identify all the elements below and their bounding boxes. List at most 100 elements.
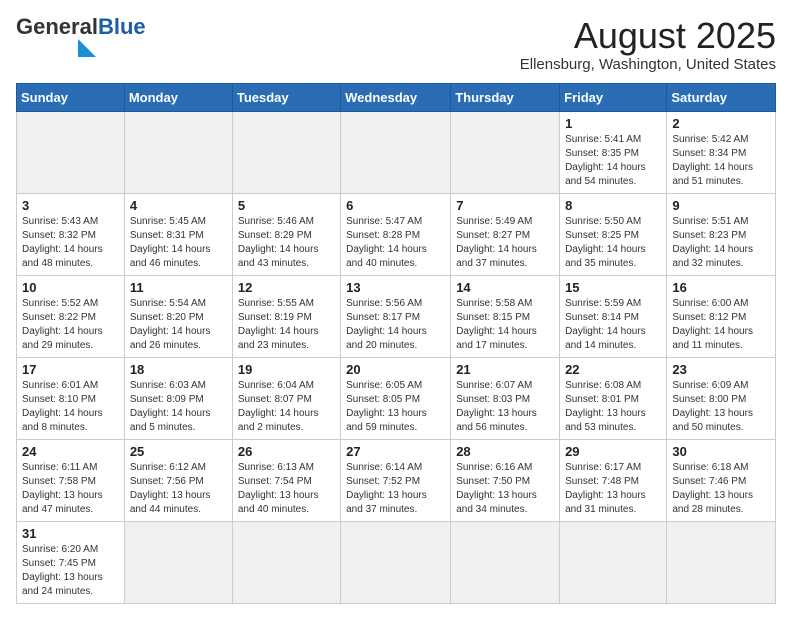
day-info: Sunrise: 6:04 AM Sunset: 8:07 PM Dayligh… <box>238 379 335 435</box>
calendar-cell: 26 Sunrise: 6:13 AM Sunset: 7:54 PM Dayli… <box>232 439 340 521</box>
day-info: Sunrise: 6:07 AM Sunset: 8:03 PM Dayligh… <box>456 379 554 435</box>
day-info: Sunrise: 5:49 AM Sunset: 8:27 PM Dayligh… <box>456 215 554 271</box>
calendar-cell: 3 Sunrise: 5:43 AM Sunset: 8:32 PM Daylig… <box>17 193 125 275</box>
calendar-cell: 16Sunrise: 6:00 AM Sunset: 8:12 PM Dayli… <box>667 275 776 357</box>
weekday-header-saturday: Saturday <box>667 83 776 111</box>
day-number: 2 <box>672 116 770 131</box>
day-info: Sunrise: 6:08 AM Sunset: 8:01 PM Dayligh… <box>565 379 661 435</box>
day-info: Sunrise: 5:54 AM Sunset: 8:20 PM Dayligh… <box>130 297 227 353</box>
day-number: 12 <box>238 280 335 295</box>
calendar-cell <box>667 521 776 603</box>
day-number: 7 <box>456 198 554 213</box>
day-number: 8 <box>565 198 661 213</box>
calendar-cell <box>451 111 560 193</box>
day-info: Sunrise: 6:17 AM Sunset: 7:48 PM Dayligh… <box>565 461 661 517</box>
day-info: Sunrise: 6:11 AM Sunset: 7:58 PM Dayligh… <box>22 461 119 517</box>
weekday-header-monday: Monday <box>124 83 232 111</box>
calendar-cell <box>232 521 340 603</box>
day-number: 28 <box>456 444 554 459</box>
day-number: 11 <box>130 280 227 295</box>
day-info: Sunrise: 5:59 AM Sunset: 8:14 PM Dayligh… <box>565 297 661 353</box>
day-info: Sunrise: 5:56 AM Sunset: 8:17 PM Dayligh… <box>346 297 445 353</box>
day-number: 30 <box>672 444 770 459</box>
day-number: 31 <box>22 526 119 541</box>
calendar-cell: 12Sunrise: 5:55 AM Sunset: 8:19 PM Dayli… <box>232 275 340 357</box>
day-info: Sunrise: 5:46 AM Sunset: 8:29 PM Dayligh… <box>238 215 335 271</box>
day-info: Sunrise: 6:01 AM Sunset: 8:10 PM Dayligh… <box>22 379 119 435</box>
calendar-cell: 1Sunrise: 5:41 AM Sunset: 8:35 PM Daylig… <box>560 111 667 193</box>
logo-text: GeneralBlue <box>16 14 146 39</box>
day-number: 3 <box>22 198 119 213</box>
calendar-cell: 28 Sunrise: 6:16 AM Sunset: 7:50 PM Dayli… <box>451 439 560 521</box>
day-number: 26 <box>238 444 335 459</box>
day-number: 15 <box>565 280 661 295</box>
calendar-cell: 6Sunrise: 5:47 AM Sunset: 8:28 PM Daylig… <box>341 193 451 275</box>
calendar-cell: 19Sunrise: 6:04 AM Sunset: 8:07 PM Dayli… <box>232 357 340 439</box>
day-number: 6 <box>346 198 445 213</box>
calendar-cell <box>17 111 125 193</box>
day-number: 24 <box>22 444 119 459</box>
calendar-table: SundayMondayTuesdayWednesdayThursdayFrid… <box>16 83 776 604</box>
day-info: Sunrise: 6:20 AM Sunset: 7:45 PM Dayligh… <box>22 543 119 599</box>
day-number: 25 <box>130 444 227 459</box>
calendar-week-row: 10 Sunrise: 5:52 AM Sunset: 8:22 PM Dayli… <box>17 275 776 357</box>
calendar-cell: 24 Sunrise: 6:11 AM Sunset: 7:58 PM Dayli… <box>17 439 125 521</box>
calendar-cell <box>232 111 340 193</box>
calendar-cell <box>560 521 667 603</box>
day-number: 18 <box>130 362 227 377</box>
day-info: Sunrise: 6:14 AM Sunset: 7:52 PM Dayligh… <box>346 461 445 517</box>
calendar-header: GeneralBlue August 2025 Ellensburg, Wash… <box>16 16 776 73</box>
calendar-title: August 2025 <box>520 16 776 56</box>
day-number: 29 <box>565 444 661 459</box>
calendar-week-row: 17 Sunrise: 6:01 AM Sunset: 8:10 PM Dayli… <box>17 357 776 439</box>
weekday-header-wednesday: Wednesday <box>341 83 451 111</box>
weekday-header-thursday: Thursday <box>451 83 560 111</box>
calendar-cell: 10 Sunrise: 5:52 AM Sunset: 8:22 PM Dayli… <box>17 275 125 357</box>
day-number: 13 <box>346 280 445 295</box>
calendar-cell: 23 Sunrise: 6:09 AM Sunset: 8:00 PM Dayli… <box>667 357 776 439</box>
day-number: 4 <box>130 198 227 213</box>
calendar-week-row: 3 Sunrise: 5:43 AM Sunset: 8:32 PM Daylig… <box>17 193 776 275</box>
calendar-cell: 31 Sunrise: 6:20 AM Sunset: 7:45 PM Dayli… <box>17 521 125 603</box>
calendar-cell: 30 Sunrise: 6:18 AM Sunset: 7:46 PM Dayli… <box>667 439 776 521</box>
day-info: Sunrise: 6:18 AM Sunset: 7:46 PM Dayligh… <box>672 461 770 517</box>
weekday-header-row: SundayMondayTuesdayWednesdayThursdayFrid… <box>17 83 776 111</box>
day-info: Sunrise: 5:51 AM Sunset: 8:23 PM Dayligh… <box>672 215 770 271</box>
day-info: Sunrise: 5:42 AM Sunset: 8:34 PM Dayligh… <box>672 133 770 189</box>
calendar-cell: 8 Sunrise: 5:50 AM Sunset: 8:25 PM Daylig… <box>560 193 667 275</box>
day-info: Sunrise: 6:09 AM Sunset: 8:00 PM Dayligh… <box>672 379 770 435</box>
calendar-cell: 15 Sunrise: 5:59 AM Sunset: 8:14 PM Dayli… <box>560 275 667 357</box>
title-area: August 2025 Ellensburg, Washington, Unit… <box>520 16 776 73</box>
day-number: 1 <box>565 116 661 131</box>
calendar-cell <box>451 521 560 603</box>
logo: GeneralBlue <box>16 16 146 57</box>
calendar-cell: 9 Sunrise: 5:51 AM Sunset: 8:23 PM Daylig… <box>667 193 776 275</box>
calendar-cell: 2 Sunrise: 5:42 AM Sunset: 8:34 PM Daylig… <box>667 111 776 193</box>
calendar-week-row: 1Sunrise: 5:41 AM Sunset: 8:35 PM Daylig… <box>17 111 776 193</box>
day-info: Sunrise: 5:43 AM Sunset: 8:32 PM Dayligh… <box>22 215 119 271</box>
day-info: Sunrise: 6:13 AM Sunset: 7:54 PM Dayligh… <box>238 461 335 517</box>
calendar-cell: 29 Sunrise: 6:17 AM Sunset: 7:48 PM Dayli… <box>560 439 667 521</box>
calendar-cell <box>124 521 232 603</box>
day-number: 23 <box>672 362 770 377</box>
calendar-subtitle: Ellensburg, Washington, United States <box>520 56 776 73</box>
day-info: Sunrise: 5:50 AM Sunset: 8:25 PM Dayligh… <box>565 215 661 271</box>
day-number: 5 <box>238 198 335 213</box>
calendar-cell: 22Sunrise: 6:08 AM Sunset: 8:01 PM Dayli… <box>560 357 667 439</box>
day-info: Sunrise: 6:12 AM Sunset: 7:56 PM Dayligh… <box>130 461 227 517</box>
day-number: 17 <box>22 362 119 377</box>
day-info: Sunrise: 5:52 AM Sunset: 8:22 PM Dayligh… <box>22 297 119 353</box>
calendar-cell: 7 Sunrise: 5:49 AM Sunset: 8:27 PM Daylig… <box>451 193 560 275</box>
day-info: Sunrise: 6:03 AM Sunset: 8:09 PM Dayligh… <box>130 379 227 435</box>
day-number: 16 <box>672 280 770 295</box>
day-info: Sunrise: 6:16 AM Sunset: 7:50 PM Dayligh… <box>456 461 554 517</box>
calendar-cell: 27Sunrise: 6:14 AM Sunset: 7:52 PM Dayli… <box>341 439 451 521</box>
calendar-cell: 4Sunrise: 5:45 AM Sunset: 8:31 PM Daylig… <box>124 193 232 275</box>
weekday-header-sunday: Sunday <box>17 83 125 111</box>
day-number: 14 <box>456 280 554 295</box>
day-number: 10 <box>22 280 119 295</box>
day-number: 9 <box>672 198 770 213</box>
calendar-cell: 11 Sunrise: 5:54 AM Sunset: 8:20 PM Dayli… <box>124 275 232 357</box>
day-info: Sunrise: 5:58 AM Sunset: 8:15 PM Dayligh… <box>456 297 554 353</box>
weekday-header-friday: Friday <box>560 83 667 111</box>
